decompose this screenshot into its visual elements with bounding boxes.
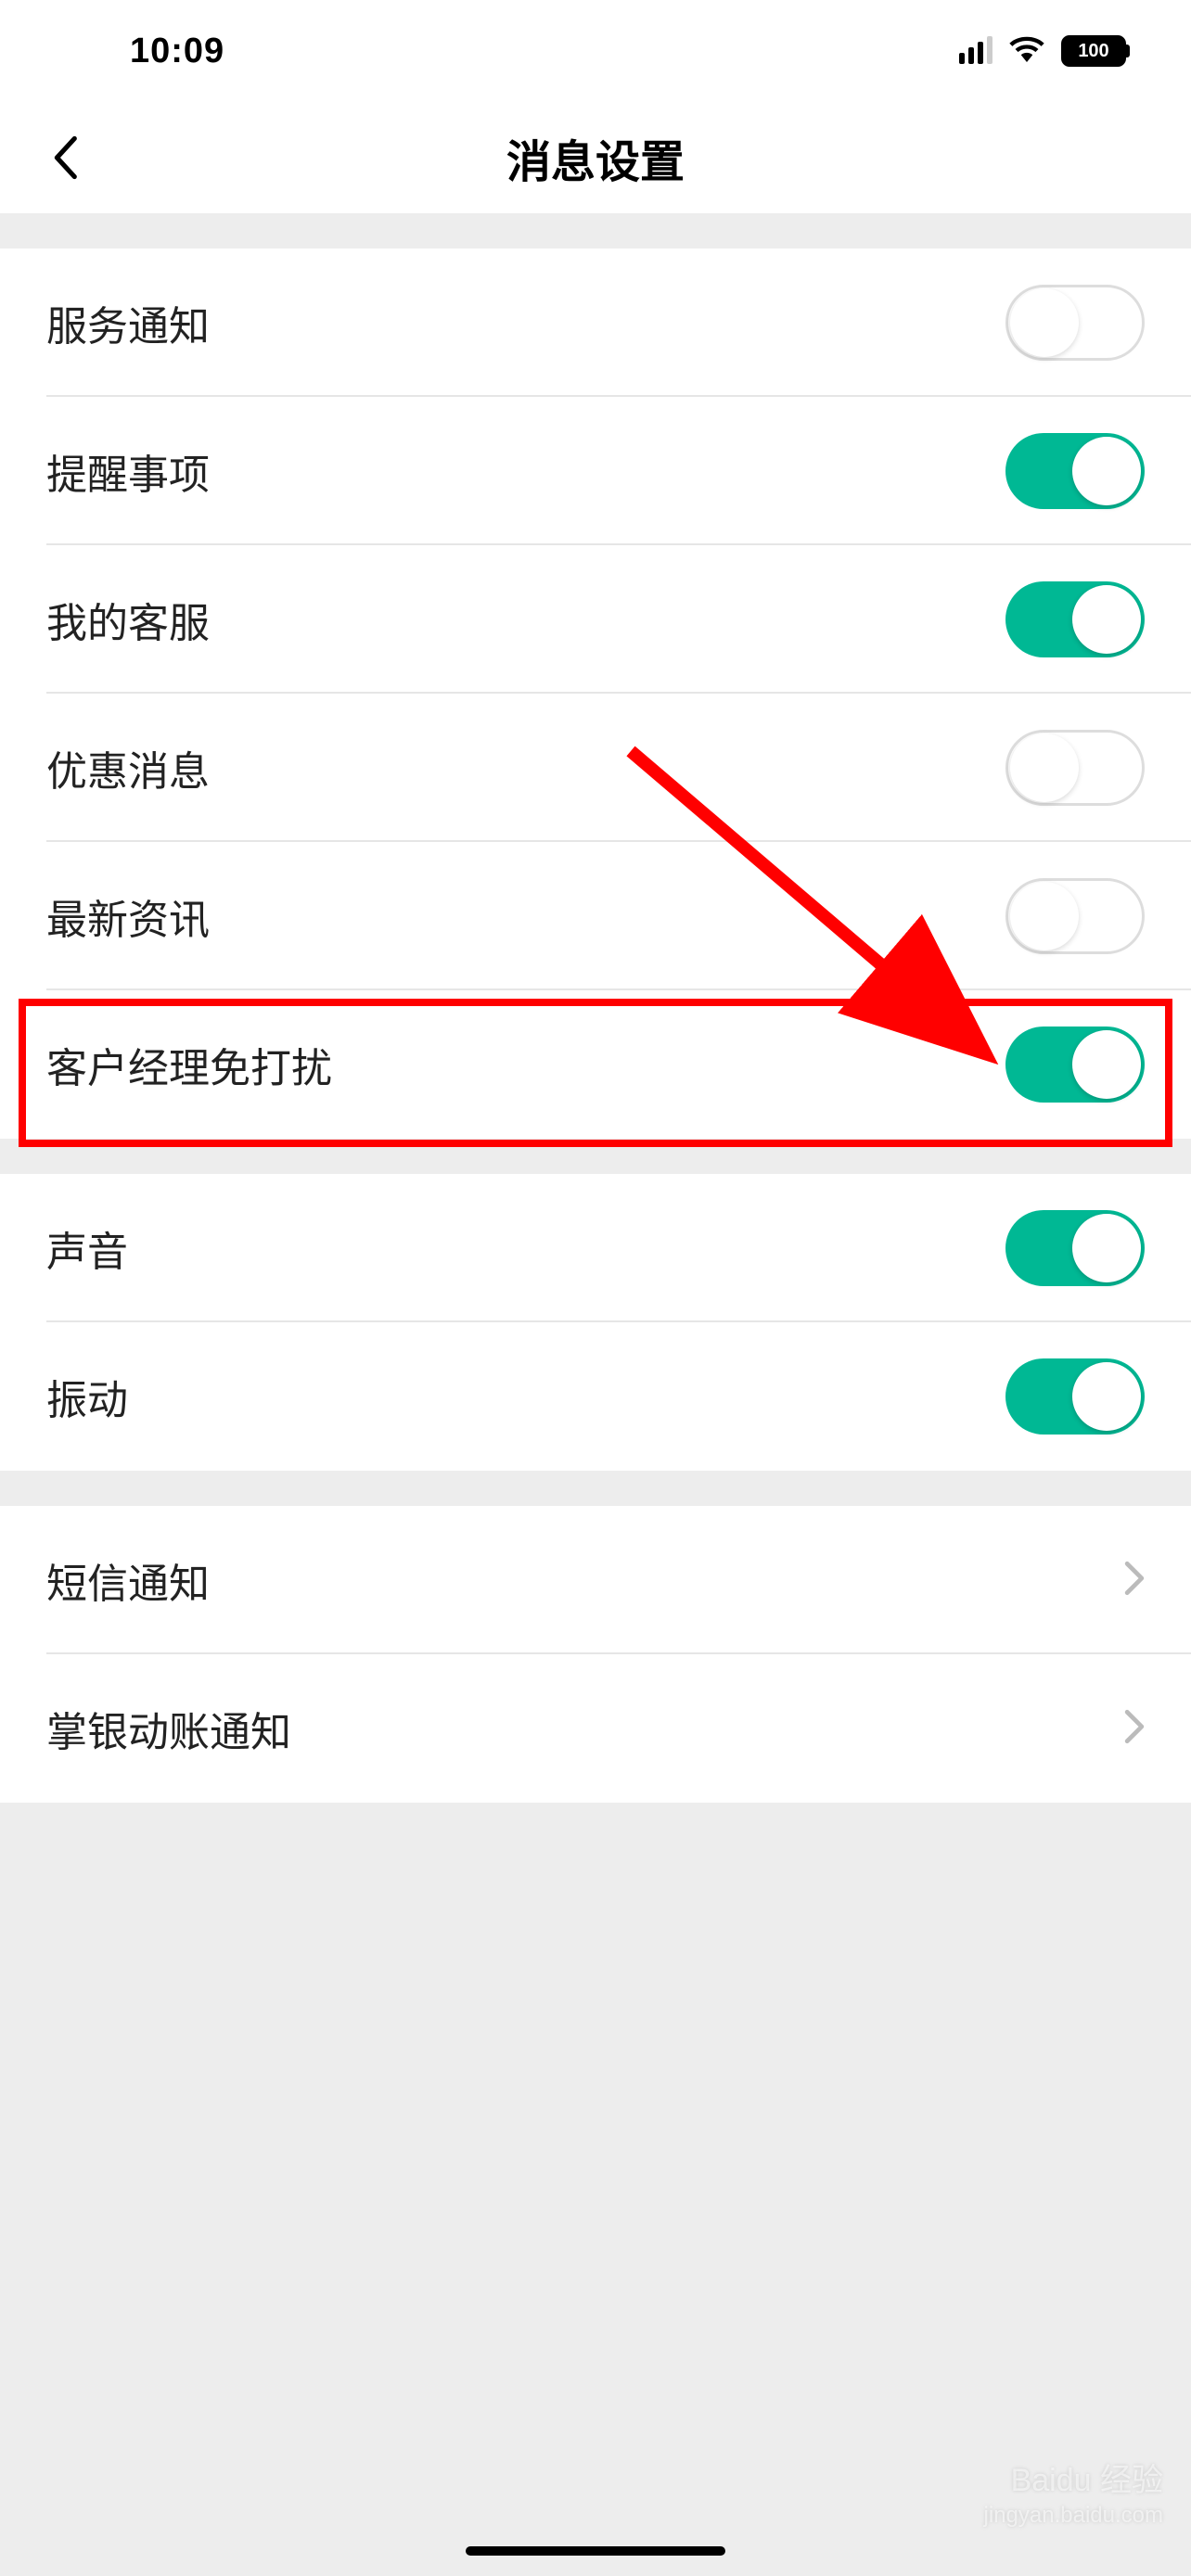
- label-reminders: 提醒事项: [46, 441, 210, 501]
- label-sms-notification: 短信通知: [46, 1550, 210, 1610]
- row-sound: 声音: [0, 1174, 1191, 1322]
- toggle-manager-dnd[interactable]: [1005, 1027, 1145, 1103]
- status-time: 10:09: [130, 32, 224, 71]
- label-latest-news: 最新资讯: [46, 886, 210, 946]
- chevron-right-icon: [1124, 1560, 1145, 1601]
- row-sms-notification[interactable]: 短信通知: [0, 1506, 1191, 1654]
- row-account-change-notification[interactable]: 掌银动账通知: [0, 1654, 1191, 1803]
- toggle-sound[interactable]: [1005, 1210, 1145, 1286]
- label-sound: 声音: [46, 1218, 128, 1278]
- section-alerts: 声音 振动: [0, 1174, 1191, 1471]
- row-reminders: 提醒事项: [0, 397, 1191, 545]
- section-gap: [0, 213, 1191, 249]
- toggle-service-notification[interactable]: [1005, 285, 1145, 361]
- back-button[interactable]: [37, 130, 93, 185]
- label-my-service: 我的客服: [46, 590, 210, 649]
- label-service-notification: 服务通知: [46, 293, 210, 352]
- toggle-vibration[interactable]: [1005, 1358, 1145, 1435]
- label-vibration: 振动: [46, 1367, 128, 1426]
- toggle-my-service[interactable]: [1005, 581, 1145, 657]
- status-bar: 10:09 100: [0, 0, 1191, 102]
- home-indicator[interactable]: [466, 2546, 725, 2556]
- toggle-latest-news[interactable]: [1005, 878, 1145, 954]
- section-links: 短信通知 掌银动账通知: [0, 1506, 1191, 1803]
- status-icons: 100: [959, 35, 1126, 67]
- row-service-notification: 服务通知: [0, 249, 1191, 397]
- toggle-promo-messages[interactable]: [1005, 730, 1145, 806]
- section-gap: [0, 1139, 1191, 1174]
- page-title: 消息设置: [37, 125, 1154, 190]
- battery-icon: 100: [1061, 35, 1126, 67]
- label-promo-messages: 优惠消息: [46, 738, 210, 797]
- section-notifications: 服务通知 提醒事项 我的客服 优惠消息 最新资讯 客户经理免打扰: [0, 249, 1191, 1139]
- row-manager-dnd: 客户经理免打扰: [0, 990, 1191, 1139]
- chevron-right-icon: [1124, 1708, 1145, 1750]
- label-account-change-notification: 掌银动账通知: [46, 1699, 291, 1758]
- nav-bar: 消息设置: [0, 102, 1191, 213]
- wifi-icon: [1009, 36, 1044, 67]
- row-promo-messages: 优惠消息: [0, 694, 1191, 842]
- toggle-reminders[interactable]: [1005, 433, 1145, 509]
- label-manager-dnd: 客户经理免打扰: [46, 1035, 332, 1094]
- row-vibration: 振动: [0, 1322, 1191, 1471]
- watermark: Baidu 经验 jingyan.baidu.com: [984, 2460, 1163, 2530]
- row-my-service: 我的客服: [0, 545, 1191, 694]
- row-latest-news: 最新资讯: [0, 842, 1191, 990]
- section-gap: [0, 1471, 1191, 1506]
- signal-icon: [959, 38, 992, 64]
